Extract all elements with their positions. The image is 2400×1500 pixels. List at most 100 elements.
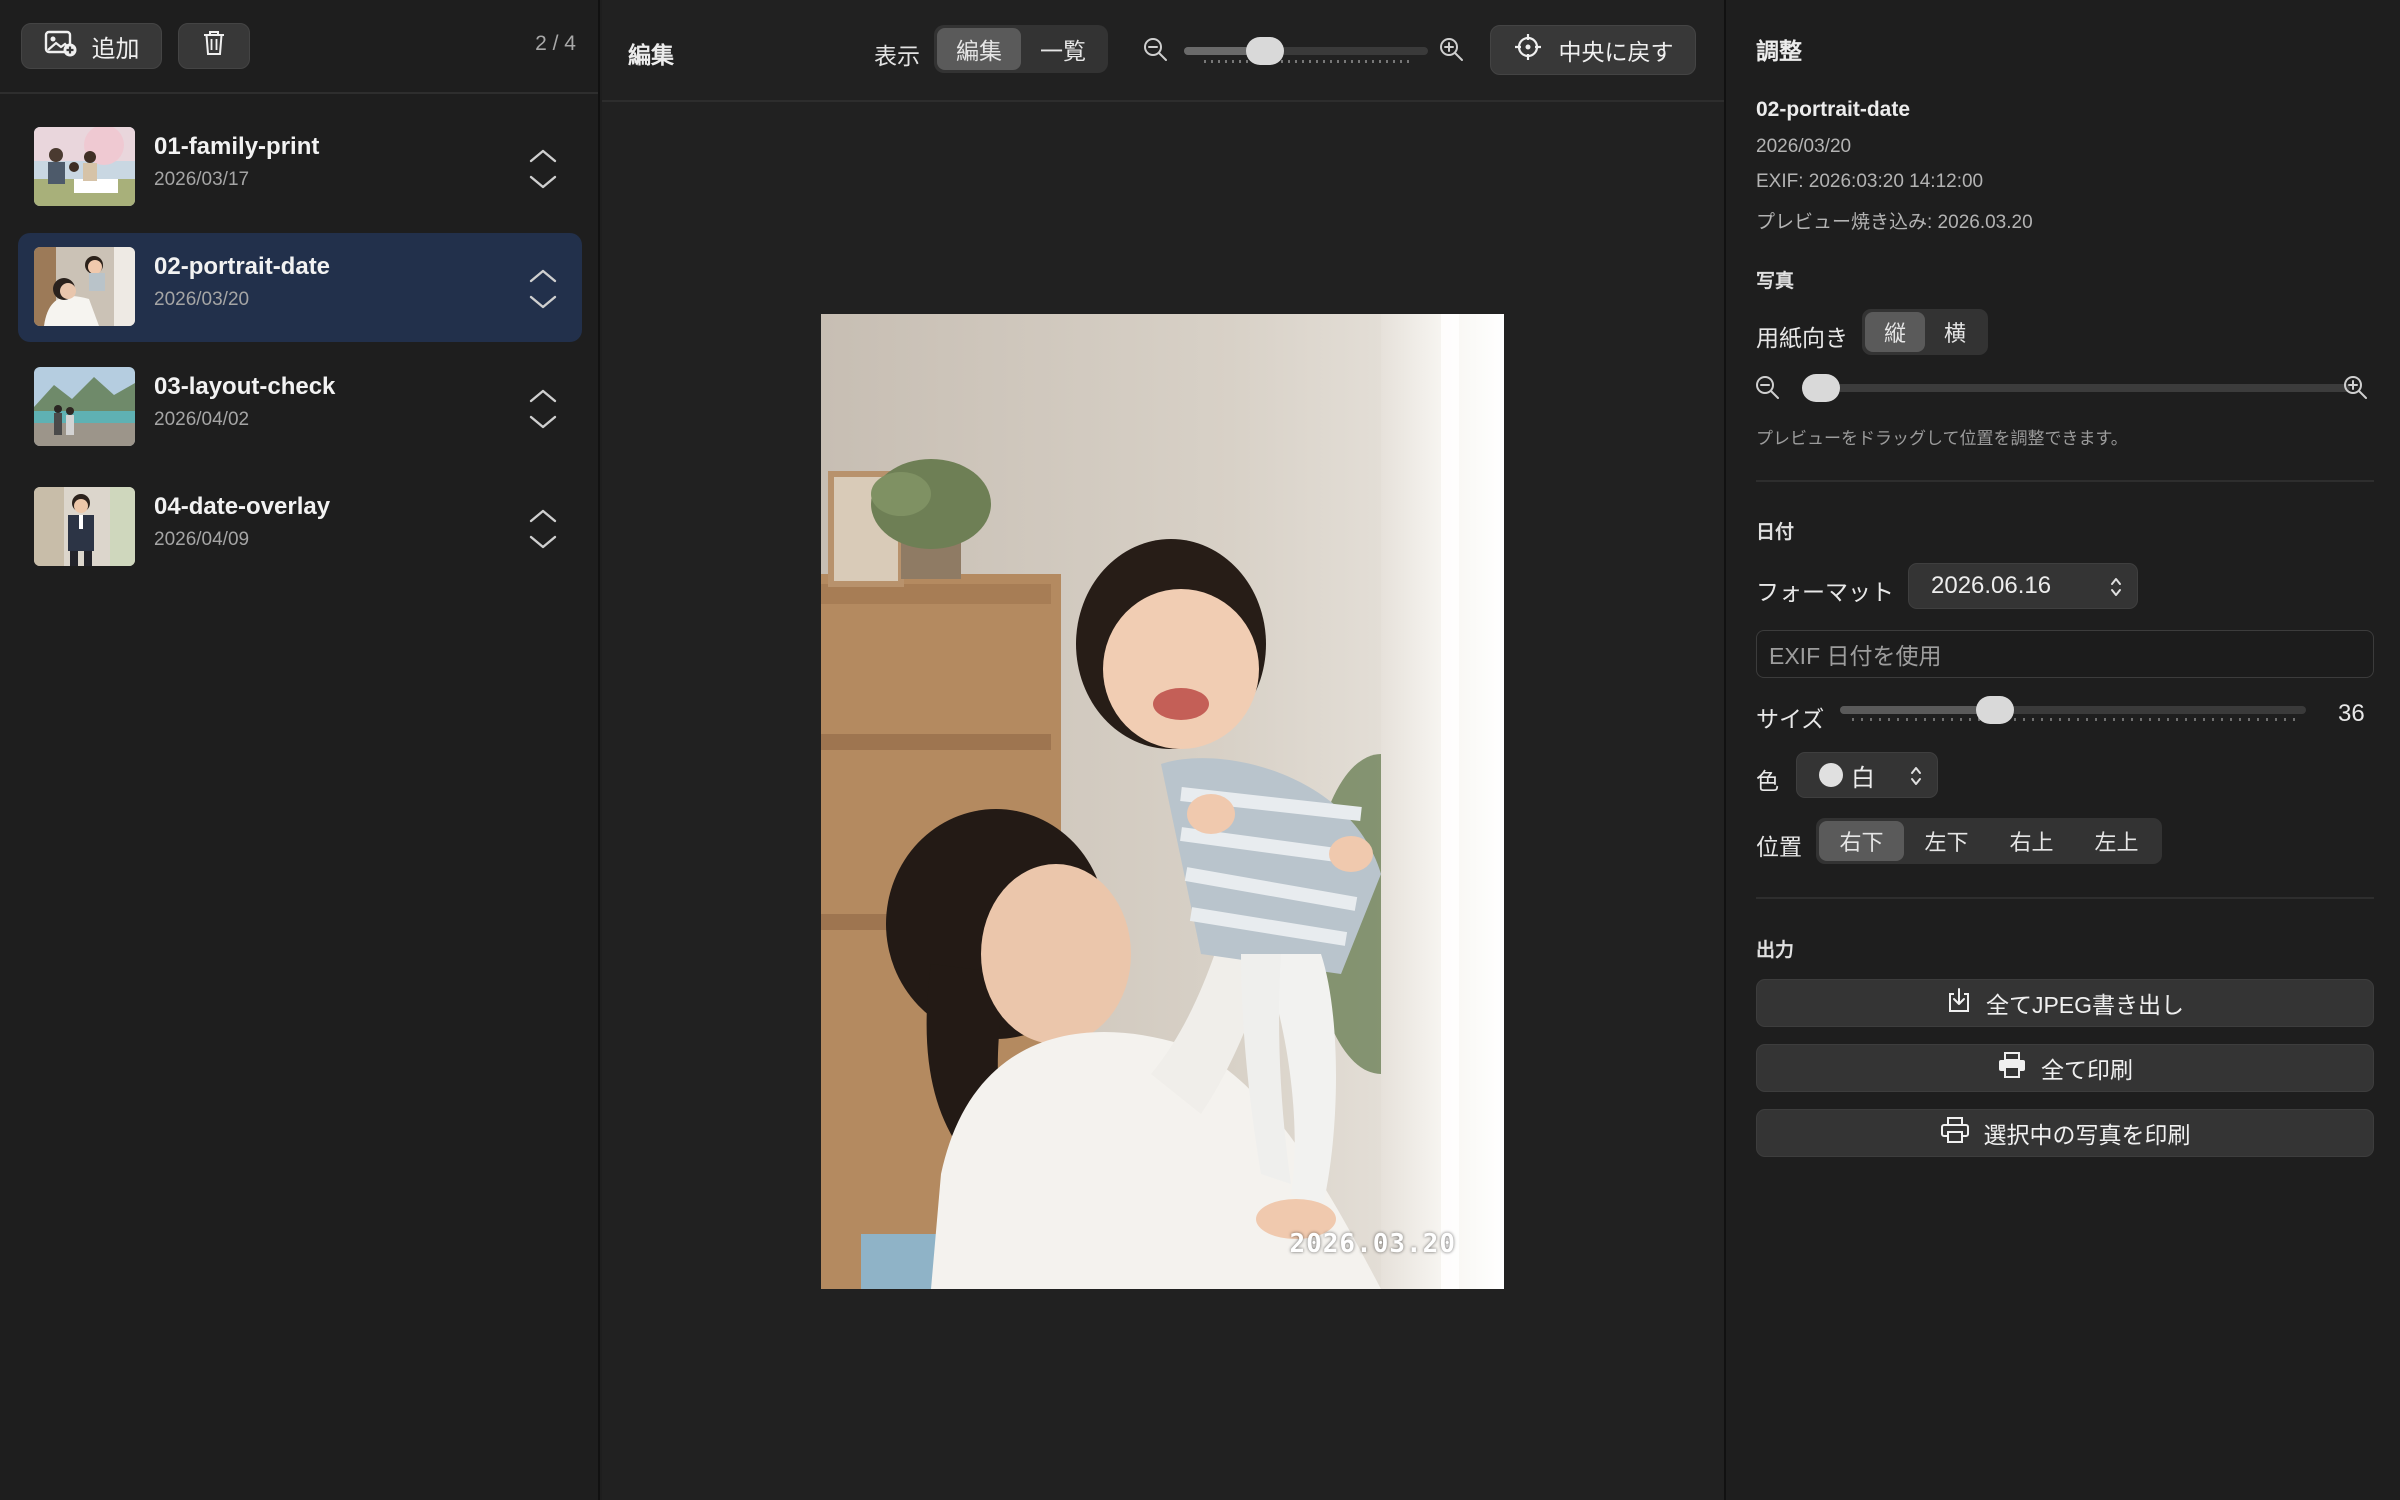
panel-title: 調整 (1756, 38, 1802, 64)
position-bottom-left-option[interactable]: 左下 (1904, 821, 1989, 861)
zoom-slider-tick (1323, 60, 1325, 63)
size-slider-tick (2068, 718, 2070, 721)
recenter-button[interactable]: 中央に戻す (1490, 25, 1696, 75)
size-slider-tick (2194, 718, 2196, 721)
zoom-slider-tick (1379, 60, 1381, 63)
size-slider-tick (2122, 718, 2124, 721)
zoom-slider-tick (1330, 60, 1332, 63)
portrait-photo-illustration (821, 314, 1504, 1289)
size-value: 36 (2338, 700, 2365, 727)
photo-item-name: 02-portrait-date (154, 253, 331, 280)
exif-date-field[interactable]: EXIF 日付を使用 (1756, 630, 2374, 678)
position-top-right-option[interactable]: 右上 (1989, 821, 2074, 861)
zoom-slider-tick (1344, 60, 1346, 63)
export-all-jpeg-label: 全てJPEG書き出し (1985, 992, 2185, 1018)
zoom-slider-tick (1365, 60, 1367, 63)
selected-file-date: 2026/03/20 (1756, 136, 1852, 157)
size-slider-tick (2257, 718, 2259, 721)
view-mode-list-option[interactable]: 一覧 (1021, 28, 1105, 70)
delete-photo-button[interactable] (178, 23, 250, 69)
size-slider-tick (2239, 718, 2241, 721)
size-slider-tick (2140, 718, 2142, 721)
photo-thumbnail (34, 367, 135, 446)
zoom-slider-tick (1288, 60, 1290, 63)
size-slider-tick (2095, 718, 2097, 721)
size-slider-tick (1924, 718, 1926, 721)
photo-preview[interactable]: 2026.03.20 (821, 314, 1504, 1289)
reorder-chevrons-icon[interactable] (518, 253, 568, 323)
size-slider-tick (2221, 718, 2223, 721)
updown-chevron-icon (1909, 765, 1923, 794)
photo-item-name: 03-layout-check (154, 373, 336, 400)
zoom-out-icon[interactable] (1142, 36, 1170, 69)
view-mode-segmented-control: 編集 一覧 (934, 25, 1108, 73)
print-all-button[interactable]: 全て印刷 (1756, 1044, 2374, 1092)
size-slider-tick (2113, 718, 2115, 721)
size-slider-tick (1906, 718, 1908, 721)
size-slider-tick (1951, 718, 1953, 721)
size-slider-tick (2266, 718, 2268, 721)
photo-list-sidebar: 追加 2 / 4 01-family-print 2026/03/17 02-p… (0, 0, 600, 1500)
date-color-popup[interactable]: 白 (1796, 752, 1938, 798)
zoom-slider-tick (1309, 60, 1311, 63)
size-slider-tick (1879, 718, 1881, 721)
photo-item-date: 2026/04/09 (154, 529, 250, 550)
zoom-slider-tick (1351, 60, 1353, 63)
zoom-slider-tick (1337, 60, 1339, 63)
photo-list-item[interactable]: 01-family-print 2026/03/17 (18, 113, 582, 222)
size-slider-tick (2059, 718, 2061, 721)
sidebar-toolbar: 追加 2 / 4 (0, 0, 598, 94)
size-slider-tick (2293, 718, 2295, 721)
orientation-label: 用紙向き (1756, 325, 1848, 351)
view-mode-label: 表示 (874, 43, 920, 69)
zoom-in-icon[interactable] (1438, 36, 1466, 69)
size-slider-tick (1933, 718, 1935, 721)
drag-hint-text: プレビューをドラッグして位置を調整できます。 (1756, 429, 2128, 448)
photo-zoom-slider[interactable] (1802, 384, 2350, 392)
zoom-slider-tick (1218, 60, 1220, 63)
date-section-label: 日付 (1756, 522, 1795, 543)
add-image-icon (44, 29, 78, 64)
zoom-slider[interactable] (1184, 36, 1428, 66)
orientation-landscape-option[interactable]: 横 (1925, 312, 1985, 352)
photo-list-item[interactable]: 04-date-overlay 2026/04/09 (18, 473, 582, 582)
reorder-chevrons-icon[interactable] (518, 493, 568, 563)
size-slider-tick (1888, 718, 1890, 721)
view-mode-edit-option[interactable]: 編集 (937, 28, 1021, 70)
position-bottom-right-option[interactable]: 右下 (1819, 821, 1904, 861)
photo-item-date: 2026/03/20 (154, 289, 250, 310)
print-selected-button[interactable]: 選択中の写真を印刷 (1756, 1109, 2374, 1157)
orientation-portrait-option[interactable]: 縦 (1865, 312, 1925, 352)
zoom-slider-tick (1400, 60, 1402, 63)
size-slider-tick (2275, 718, 2277, 721)
zoom-slider-tick (1407, 60, 1409, 63)
photo-zoom-in-icon[interactable] (2342, 374, 2370, 407)
size-slider-tick (2158, 718, 2160, 721)
date-format-value: 2026.06.16 (1931, 572, 2052, 599)
size-slider-tick (1870, 718, 1872, 721)
photo-zoom-out-icon[interactable] (1754, 374, 1782, 407)
updown-chevron-icon (2109, 576, 2123, 605)
size-slider-tick (2230, 718, 2232, 721)
size-slider-tick (1915, 718, 1917, 721)
reorder-chevrons-icon[interactable] (518, 373, 568, 443)
photo-list-item[interactable]: 03-layout-check 2026/04/02 (18, 353, 582, 462)
size-slider[interactable] (1840, 696, 2306, 732)
position-label: 位置 (1756, 834, 1802, 860)
print-all-label: 全て印刷 (2041, 1057, 2133, 1083)
size-slider-tick (2284, 718, 2286, 721)
add-photo-button[interactable]: 追加 (21, 23, 162, 69)
export-all-jpeg-button[interactable]: 全てJPEG書き出し (1756, 979, 2374, 1027)
photo-list-item-selected[interactable]: 02-portrait-date 2026/03/20 (18, 233, 582, 342)
size-slider-tick (2086, 718, 2088, 721)
zoom-slider-tick (1239, 60, 1241, 63)
photo-thumbnail (34, 487, 135, 566)
photo-zoom-slider-knob[interactable] (1802, 374, 1840, 402)
adjustments-panel: 調整 02-portrait-date 2026/03/20 EXIF: 202… (1724, 0, 2400, 1500)
reorder-chevrons-icon[interactable] (518, 133, 568, 203)
photo-item-name: 04-date-overlay (154, 493, 331, 520)
position-top-left-option[interactable]: 左上 (2074, 821, 2159, 861)
date-format-popup[interactable]: 2026.06.16 (1908, 563, 2138, 609)
photo-thumbnail (34, 247, 135, 326)
size-slider-tick (1861, 718, 1863, 721)
